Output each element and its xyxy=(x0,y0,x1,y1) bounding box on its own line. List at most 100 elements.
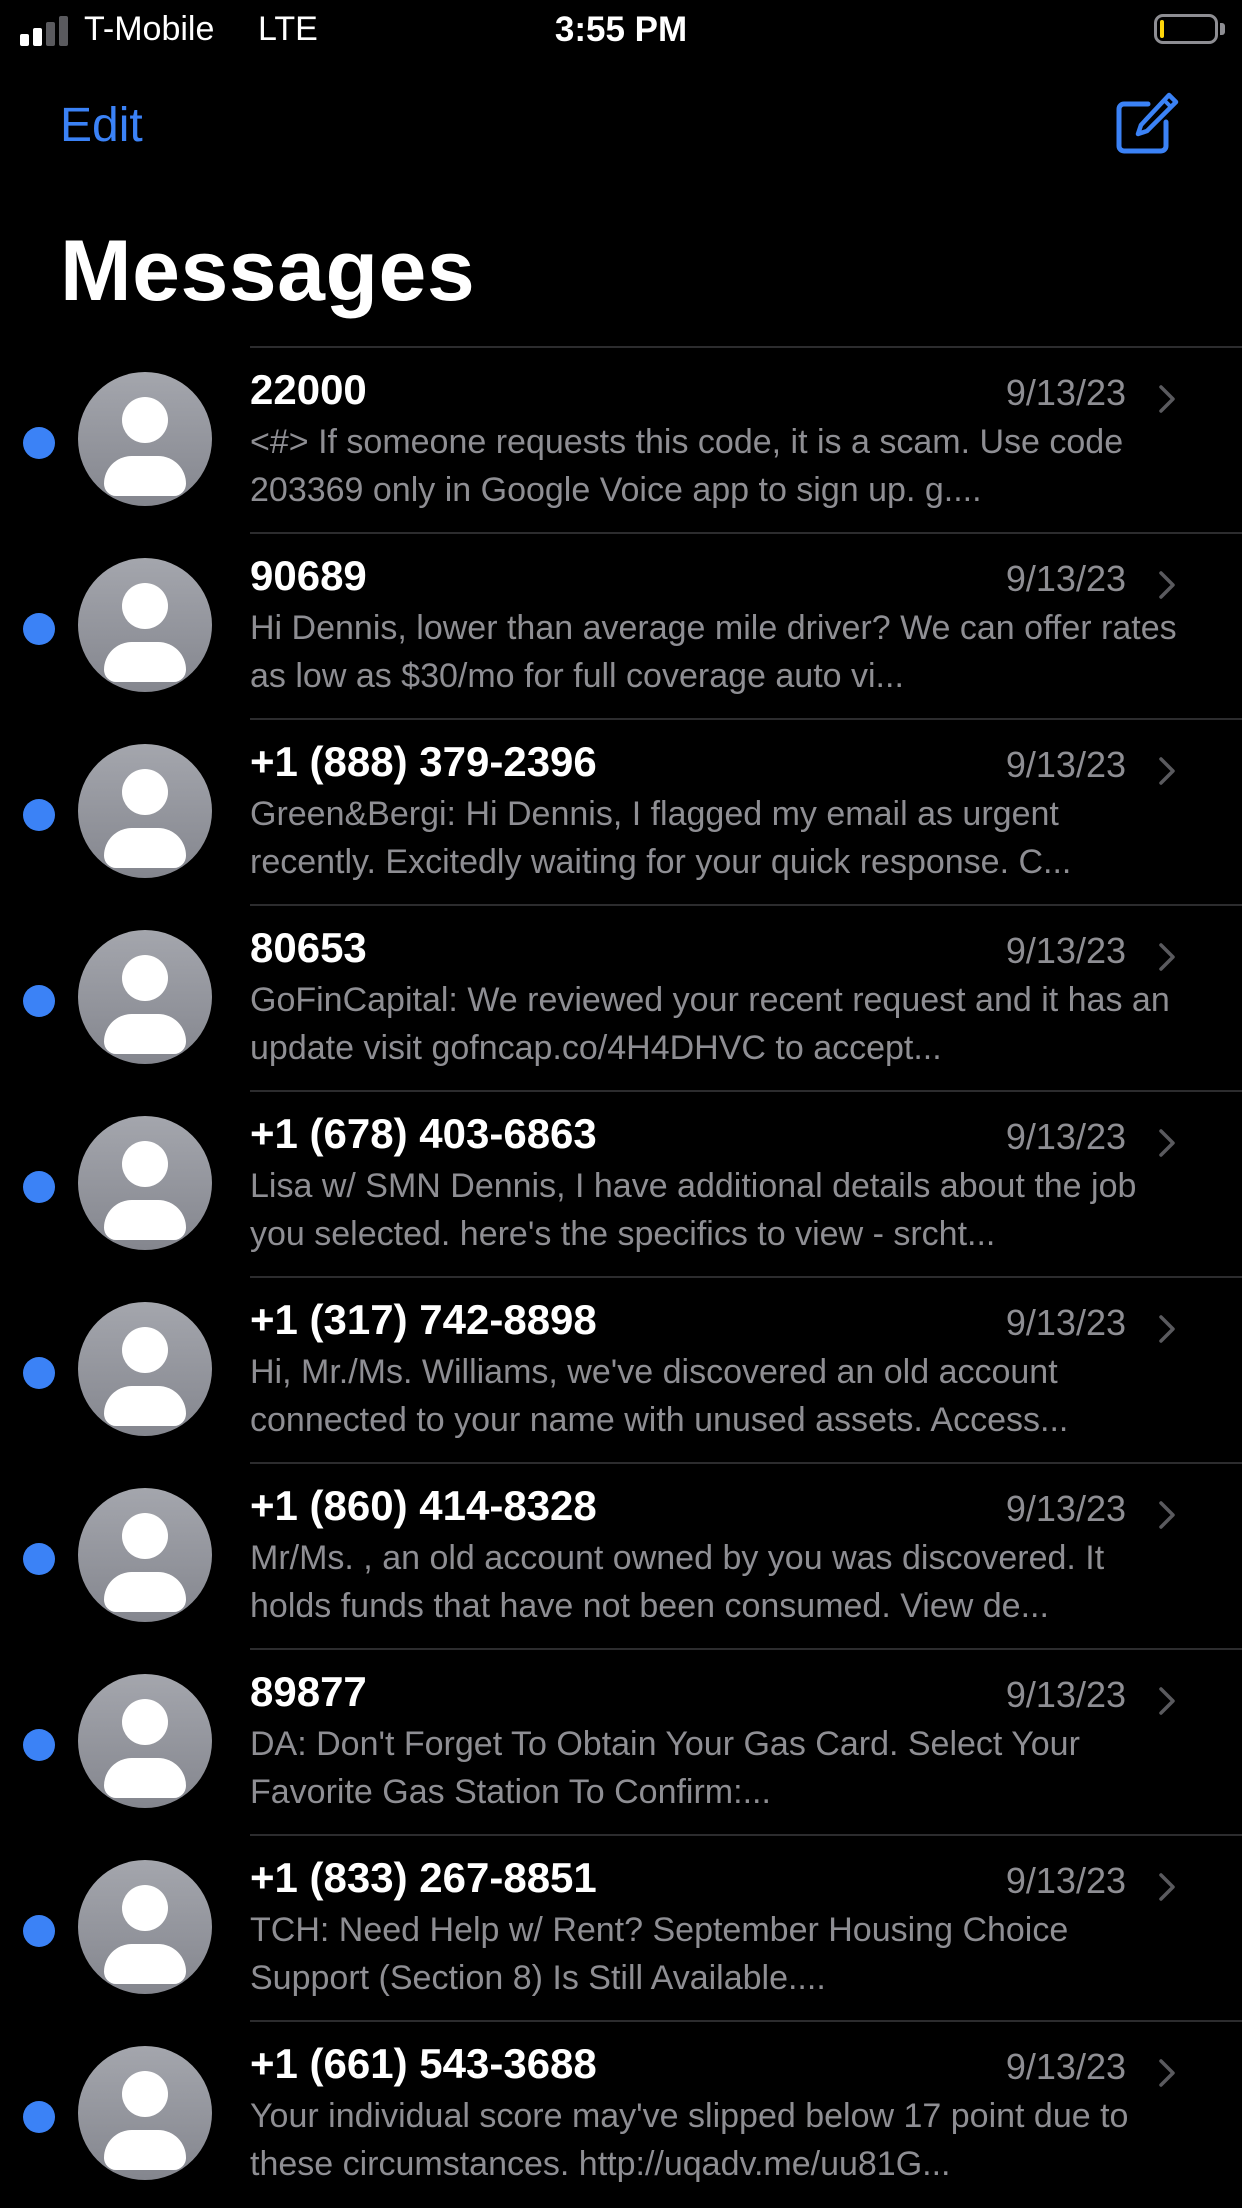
chevron-right-icon xyxy=(1159,385,1175,413)
unread-indicator-icon xyxy=(23,1543,55,1575)
conversation-preview: Lisa w/ SMN Dennis, I have additional de… xyxy=(250,1167,1137,1253)
conversation-row-7[interactable]: +1 (860) 414-8328 9/13/23 Mr/Ms. , an ol… xyxy=(0,1462,1242,1648)
conversation-date: 9/13/23 xyxy=(1005,1860,1126,1901)
conversation-row-4[interactable]: 80653 9/13/23 GoFinCapital: We reviewed … xyxy=(0,904,1242,1090)
conversation-date: 9/13/23 xyxy=(1005,1488,1126,1529)
contact-avatar-icon xyxy=(78,1860,212,1994)
contact-avatar-icon xyxy=(78,744,212,878)
battery-icon xyxy=(1154,14,1218,44)
avatar-head xyxy=(122,1327,168,1373)
avatar-head xyxy=(122,1885,168,1931)
row-divider xyxy=(250,1834,1242,1836)
row-divider xyxy=(250,1462,1242,1464)
unread-indicator-icon xyxy=(23,613,55,645)
conversation-sender: +1 (860) 414-8328 xyxy=(250,1482,597,1529)
avatar-head xyxy=(122,769,168,815)
conversation-date: 9/13/23 xyxy=(1005,930,1126,971)
conversation-sender: +1 (888) 379-2396 xyxy=(250,738,597,785)
conversation-row-5[interactable]: +1 (678) 403-6863 9/13/23 Lisa w/ SMN De… xyxy=(0,1090,1242,1276)
conversation-row-9[interactable]: +1 (833) 267-8851 9/13/23 TCH: Need Help… xyxy=(0,1834,1242,2020)
row-divider xyxy=(250,2020,1242,2022)
battery-level xyxy=(1160,20,1164,38)
conversation-sender: +1 (678) 403-6863 xyxy=(250,1110,597,1157)
conversation-preview: Green&Bergi: Hi Dennis, I flagged my ema… xyxy=(250,795,1072,881)
contact-avatar-icon xyxy=(78,1488,212,1622)
avatar-body xyxy=(104,1944,186,1984)
row-divider xyxy=(250,904,1242,906)
conversation-preview: Mr/Ms. , an old account owned by you was… xyxy=(250,1539,1105,1625)
conversation-preview: Your individual score may've slipped bel… xyxy=(250,2097,1129,2183)
battery-cap xyxy=(1220,23,1225,35)
chevron-right-icon xyxy=(1159,1129,1175,1157)
conversation-sender: 89877 xyxy=(250,1668,367,1715)
conversation-sender: 90689 xyxy=(250,552,367,599)
conversation-preview: <#> If someone requests this code, it is… xyxy=(250,423,1124,509)
conversation-preview: GoFinCapital: We reviewed your recent re… xyxy=(250,981,1170,1067)
avatar-head xyxy=(122,397,168,443)
conversation-sender: +1 (833) 267-8851 xyxy=(250,1854,597,1901)
chevron-right-icon xyxy=(1159,571,1175,599)
conversation-preview: Hi Dennis, lower than average mile drive… xyxy=(250,609,1177,695)
chevron-right-icon xyxy=(1159,757,1175,785)
status-time: 3:55 PM xyxy=(554,10,688,49)
conversation-sender: +1 (317) 742-8898 xyxy=(250,1296,597,1343)
row-divider xyxy=(250,532,1242,534)
row-divider xyxy=(250,1276,1242,1278)
conversation-date: 9/13/23 xyxy=(1005,558,1126,599)
avatar-body xyxy=(104,1758,186,1798)
unread-indicator-icon xyxy=(23,799,55,831)
conversation-preview: TCH: Need Help w/ Rent? September Housin… xyxy=(250,1911,1069,1997)
unread-indicator-icon xyxy=(23,427,55,459)
chevron-right-icon xyxy=(1159,1315,1175,1343)
unread-indicator-icon xyxy=(23,1729,55,1761)
unread-indicator-icon xyxy=(23,1357,55,1389)
compose-icon xyxy=(1116,92,1179,154)
contact-avatar-icon xyxy=(78,2046,212,2180)
conversation-row-10[interactable]: +1 (661) 543-3688 9/13/23 Your individua… xyxy=(0,2020,1242,2206)
conversation-date: 9/13/23 xyxy=(1005,1116,1126,1157)
conversation-row-8[interactable]: 89877 9/13/23 DA: Don't Forget To Obtain… xyxy=(0,1648,1242,1834)
conversation-preview: DA: Don't Forget To Obtain Your Gas Card… xyxy=(250,1725,1080,1811)
page-title: Messages xyxy=(60,223,476,319)
conversation-date: 9/13/23 xyxy=(1005,1302,1126,1343)
row-divider xyxy=(250,718,1242,720)
conversation-row-2[interactable]: 90689 9/13/23 Hi Dennis, lower than aver… xyxy=(0,532,1242,718)
avatar-body xyxy=(104,1014,186,1054)
contact-avatar-icon xyxy=(78,1116,212,1250)
conversation-date: 9/13/23 xyxy=(1005,744,1126,785)
conversation-date: 9/13/23 xyxy=(1005,1674,1126,1715)
contact-avatar-icon xyxy=(78,930,212,1064)
avatar-body xyxy=(104,1572,186,1612)
conversation-row-1[interactable]: 22000 9/13/23 <#> If someone requests th… xyxy=(0,346,1242,532)
contact-avatar-icon xyxy=(78,1302,212,1436)
avatar-head xyxy=(122,2071,168,2117)
messages-screen: T-Mobile LTE 3:55 PM Edit Messages 22000… xyxy=(0,0,1242,2208)
chevron-right-icon xyxy=(1159,1501,1175,1529)
conversation-sender: 22000 xyxy=(250,366,367,413)
chevron-right-icon xyxy=(1159,943,1175,971)
chevron-right-icon xyxy=(1159,1687,1175,1715)
unread-indicator-icon xyxy=(23,2101,55,2133)
avatar-head xyxy=(122,1141,168,1187)
row-divider xyxy=(250,346,1242,348)
unread-indicator-icon xyxy=(23,1171,55,1203)
compose-button[interactable] xyxy=(1108,90,1180,162)
conversation-date: 9/13/23 xyxy=(1005,372,1126,413)
contact-avatar-icon xyxy=(78,372,212,506)
avatar-body xyxy=(104,2130,186,2170)
edit-button[interactable]: Edit xyxy=(60,98,143,153)
avatar-body xyxy=(104,1386,186,1426)
avatar-head xyxy=(122,583,168,629)
row-divider xyxy=(250,1090,1242,1092)
avatar-body xyxy=(104,828,186,868)
conversation-row-3[interactable]: +1 (888) 379-2396 9/13/23 Green&Bergi: H… xyxy=(0,718,1242,904)
chevron-right-icon xyxy=(1159,1873,1175,1901)
avatar-body xyxy=(104,1200,186,1240)
status-bar: T-Mobile LTE 3:55 PM xyxy=(0,0,1242,62)
conversation-row-6[interactable]: +1 (317) 742-8898 9/13/23 Hi, Mr./Ms. Wi… xyxy=(0,1276,1242,1462)
unread-indicator-icon xyxy=(23,985,55,1017)
avatar-head xyxy=(122,1513,168,1559)
row-divider xyxy=(250,1648,1242,1650)
avatar-head xyxy=(122,955,168,1001)
contact-avatar-icon xyxy=(78,558,212,692)
